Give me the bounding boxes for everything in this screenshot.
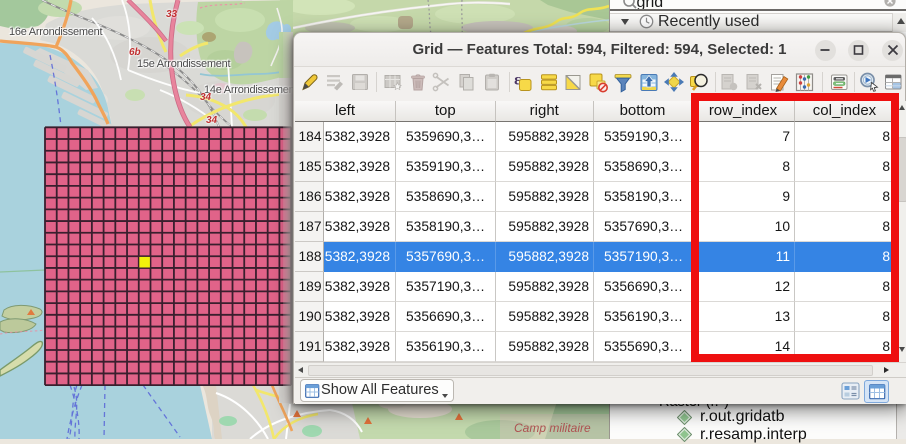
svg-text:Camp militaire: Camp militaire xyxy=(514,421,591,435)
